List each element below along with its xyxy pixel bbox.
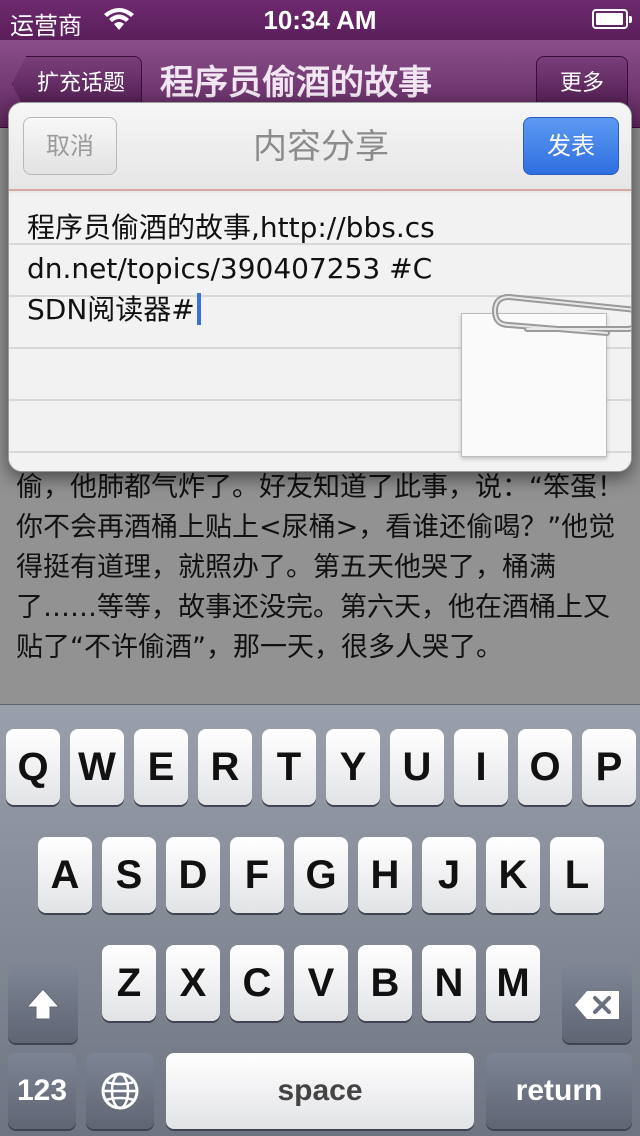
key-v[interactable]: V [294,945,348,1021]
key-l[interactable]: L [550,837,604,913]
article-text: 偷，他肺都气炸了。好友知道了此事，说：“笨蛋！你不会再酒桶上贴上<尿桶>，看谁还… [16,472,624,663]
key-d[interactable]: D [166,837,220,913]
key-q[interactable]: Q [6,729,60,805]
key-w[interactable]: W [70,729,124,805]
key-t[interactable]: T [262,729,316,805]
share-text-area[interactable]: 程序员偷酒的故事,http://bbs.csdn.net/topics/3904… [9,193,631,471]
key-y[interactable]: Y [326,729,380,805]
status-bar: 运营商 10:34 AM [0,0,640,40]
globe-icon [101,1072,139,1110]
return-key[interactable]: return [486,1053,632,1129]
space-key[interactable]: space [166,1053,474,1129]
key-u[interactable]: U [390,729,444,805]
key-f[interactable]: F [230,837,284,913]
key-z[interactable]: Z [102,945,156,1021]
key-o[interactable]: O [518,729,572,805]
shift-icon [25,988,61,1020]
key-n[interactable]: N [422,945,476,1021]
key-j[interactable]: J [422,837,476,913]
share-text-value: 程序员偷酒的故事,http://bbs.csdn.net/topics/3904… [27,211,435,326]
paperclip-icon [491,293,631,336]
key-k[interactable]: K [486,837,540,913]
shift-key[interactable] [8,967,78,1043]
clock: 10:34 AM [263,5,377,35]
battery-level [596,13,623,25]
delete-key[interactable] [562,967,632,1043]
key-a[interactable]: A [38,837,92,913]
key-h[interactable]: H [358,837,412,913]
key-b[interactable]: B [358,945,412,1021]
key-s[interactable]: S [102,837,156,913]
key-x[interactable]: X [166,945,220,1021]
key-c[interactable]: C [230,945,284,1021]
share-sheet: 取消 内容分享 发表 程序员偷酒的故事,http://bbs.csdn.net/… [8,102,632,472]
globe-key[interactable] [86,1053,154,1129]
key-r[interactable]: R [198,729,252,805]
key-e[interactable]: E [134,729,188,805]
share-sheet-header: 取消 内容分享 发表 [9,103,631,191]
backspace-icon [575,991,619,1019]
battery-icon [592,9,632,29]
key-g[interactable]: G [294,837,348,913]
key-p[interactable]: P [582,729,636,805]
post-button[interactable]: 发表 [523,117,619,175]
key-m[interactable]: M [486,945,540,1021]
page-title: 程序员偷酒的故事 [160,63,432,103]
share-text-field[interactable]: 程序员偷酒的故事,http://bbs.csdn.net/topics/3904… [27,207,447,330]
screen: 运营商 10:34 AM 扩充话题 程序员偷酒的故事 更多 偷，他肺都气炸了。好… [0,0,640,1136]
numbers-key[interactable]: 123 [8,1053,76,1129]
key-i[interactable]: I [454,729,508,805]
text-cursor [196,293,201,325]
keyboard: QWERTYUIOP ASDFGHJKL ZXCVBNM 123 space r… [0,704,640,1136]
